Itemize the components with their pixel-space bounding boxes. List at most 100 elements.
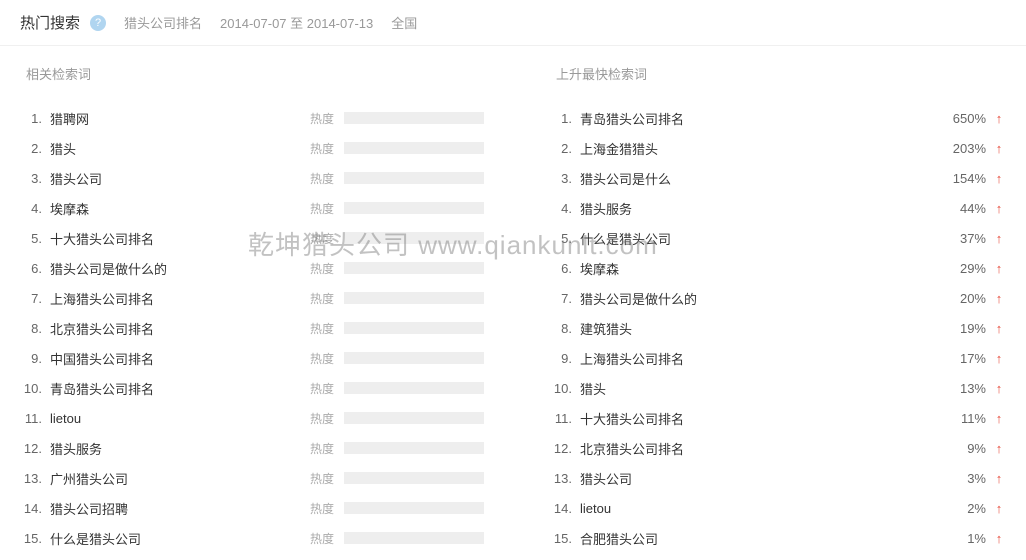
rank: 4. xyxy=(550,201,580,216)
rising-terms-title: 上升最快检索词 xyxy=(550,64,1006,83)
heat-label: 热度 xyxy=(310,230,338,247)
term-link[interactable]: 猎头 xyxy=(50,139,310,158)
rank: 6. xyxy=(550,261,580,276)
heat-label: 热度 xyxy=(310,440,338,457)
heat-label: 热度 xyxy=(310,140,338,157)
percent-change: 1% xyxy=(942,531,992,546)
term-link[interactable]: 埃摩森 xyxy=(50,199,310,218)
arrow-up-icon: ↑ xyxy=(992,441,1006,456)
arrow-up-icon: ↑ xyxy=(992,381,1006,396)
rank: 12. xyxy=(20,441,50,456)
term-link[interactable]: 猎头公司招聘 xyxy=(50,499,310,518)
related-term-row: 12.猎头服务热度 xyxy=(20,433,510,463)
rank: 13. xyxy=(550,471,580,486)
rising-terms-column: 上升最快检索词 1.青岛猎头公司排名650%↑2.上海金猎猎头203%↑3.猎头… xyxy=(540,64,1006,553)
term-link[interactable]: 十大猎头公司排名 xyxy=(50,229,310,248)
term-link[interactable]: 合肥猎头公司 xyxy=(580,529,942,548)
heat-bar xyxy=(344,322,484,334)
term-link[interactable]: 建筑猎头 xyxy=(580,319,942,338)
term-link[interactable]: 上海金猎猎头 xyxy=(580,139,942,158)
heat-bar xyxy=(344,262,484,274)
related-term-row: 4.埃摩森热度 xyxy=(20,193,510,223)
arrow-up-icon: ↑ xyxy=(992,411,1006,426)
term-link[interactable]: 猎头服务 xyxy=(580,199,942,218)
heat-bar xyxy=(344,382,484,394)
arrow-up-icon: ↑ xyxy=(992,171,1006,186)
heat-label: 热度 xyxy=(310,260,338,277)
rising-term-row: 8.建筑猎头19%↑ xyxy=(550,313,1006,343)
rank: 6. xyxy=(20,261,50,276)
related-term-row: 6.猎头公司是做什么的热度 xyxy=(20,253,510,283)
rising-term-row: 11.十大猎头公司排名11%↑ xyxy=(550,403,1006,433)
heat-label: 热度 xyxy=(310,470,338,487)
rank: 1. xyxy=(550,111,580,126)
term-link[interactable]: 青岛猎头公司排名 xyxy=(50,379,310,398)
rising-term-row: 2.上海金猎猎头203%↑ xyxy=(550,133,1006,163)
percent-change: 44% xyxy=(942,201,992,216)
arrow-up-icon: ↑ xyxy=(992,471,1006,486)
percent-change: 37% xyxy=(942,231,992,246)
arrow-up-icon: ↑ xyxy=(992,321,1006,336)
term-link[interactable]: 中国猎头公司排名 xyxy=(50,349,310,368)
related-term-row: 2.猎头热度 xyxy=(20,133,510,163)
rising-term-row: 13.猎头公司3%↑ xyxy=(550,463,1006,493)
term-link[interactable]: 什么是猎头公司 xyxy=(50,529,310,548)
rising-term-row: 3.猎头公司是什么154%↑ xyxy=(550,163,1006,193)
term-link[interactable]: 上海猎头公司排名 xyxy=(50,289,310,308)
rank: 3. xyxy=(550,171,580,186)
percent-change: 203% xyxy=(942,141,992,156)
term-link[interactable]: 猎聘网 xyxy=(50,109,310,128)
rank: 10. xyxy=(20,381,50,396)
heat-bar xyxy=(344,472,484,484)
rising-term-row: 1.青岛猎头公司排名650%↑ xyxy=(550,103,1006,133)
term-link[interactable]: 猎头公司是做什么的 xyxy=(50,259,310,278)
arrow-up-icon: ↑ xyxy=(992,291,1006,306)
term-link[interactable]: 猎头公司 xyxy=(580,469,942,488)
term-link[interactable]: lietou xyxy=(50,411,310,426)
rising-term-row: 12.北京猎头公司排名9%↑ xyxy=(550,433,1006,463)
heat-label: 热度 xyxy=(310,290,338,307)
help-icon[interactable]: ? xyxy=(90,15,106,31)
related-term-row: 5.十大猎头公司排名热度 xyxy=(20,223,510,253)
percent-change: 29% xyxy=(942,261,992,276)
percent-change: 650% xyxy=(942,111,992,126)
term-link[interactable]: 广州猎头公司 xyxy=(50,469,310,488)
rank: 8. xyxy=(20,321,50,336)
term-link[interactable]: 北京猎头公司排名 xyxy=(580,439,942,458)
arrow-up-icon: ↑ xyxy=(992,531,1006,546)
term-link[interactable]: 什么是猎头公司 xyxy=(580,229,942,248)
heat-label: 热度 xyxy=(310,110,338,127)
heat-bar xyxy=(344,532,484,544)
term-link[interactable]: 上海猎头公司排名 xyxy=(580,349,942,368)
rank: 5. xyxy=(550,231,580,246)
term-link[interactable]: 埃摩森 xyxy=(580,259,942,278)
related-terms-column: 相关检索词 1.猎聘网热度2.猎头热度3.猎头公司热度4.埃摩森热度5.十大猎头… xyxy=(20,64,510,553)
arrow-up-icon: ↑ xyxy=(992,501,1006,516)
rank: 8. xyxy=(550,321,580,336)
header-keyword: 猎头公司排名 xyxy=(124,13,202,32)
arrow-up-icon: ↑ xyxy=(992,201,1006,216)
rank: 7. xyxy=(550,291,580,306)
rank: 13. xyxy=(20,471,50,486)
related-term-row: 10.青岛猎头公司排名热度 xyxy=(20,373,510,403)
term-link[interactable]: 猎头服务 xyxy=(50,439,310,458)
heat-bar xyxy=(344,232,484,244)
header-region: 全国 xyxy=(391,13,417,32)
term-link[interactable]: 猎头公司 xyxy=(50,169,310,188)
term-link[interactable]: 猎头 xyxy=(580,379,942,398)
heat-bar xyxy=(344,502,484,514)
content: 相关检索词 1.猎聘网热度2.猎头热度3.猎头公司热度4.埃摩森热度5.十大猎头… xyxy=(0,46,1026,553)
rank: 5. xyxy=(20,231,50,246)
term-link[interactable]: 猎头公司是做什么的 xyxy=(580,289,942,308)
related-term-row: 14.猎头公司招聘热度 xyxy=(20,493,510,523)
heat-label: 热度 xyxy=(310,200,338,217)
percent-change: 13% xyxy=(942,381,992,396)
term-link[interactable]: lietou xyxy=(580,501,942,516)
heat-bar xyxy=(344,202,484,214)
heat-label: 热度 xyxy=(310,320,338,337)
term-link[interactable]: 北京猎头公司排名 xyxy=(50,319,310,338)
term-link[interactable]: 十大猎头公司排名 xyxy=(580,409,942,428)
related-term-row: 9.中国猎头公司排名热度 xyxy=(20,343,510,373)
term-link[interactable]: 青岛猎头公司排名 xyxy=(580,109,942,128)
term-link[interactable]: 猎头公司是什么 xyxy=(580,169,942,188)
